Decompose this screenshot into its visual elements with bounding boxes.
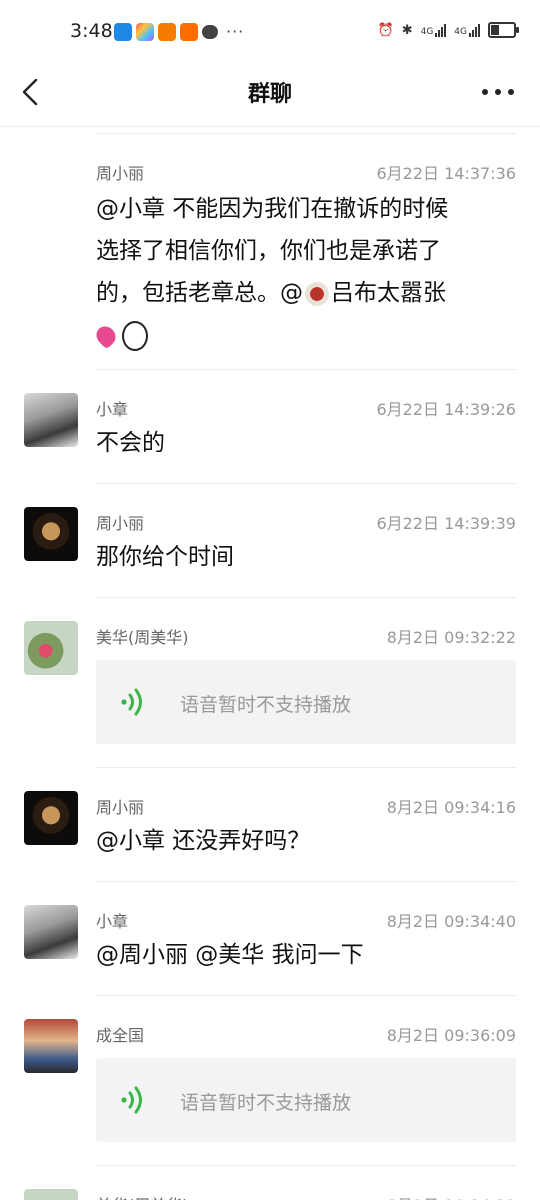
notification-icons: ··· — [114, 22, 244, 41]
voice-wave-icon — [121, 1086, 142, 1114]
voice-unsupported-label: 语音暂时不支持播放 — [180, 1092, 352, 1114]
dot-icon — [495, 89, 501, 95]
message-time: 8月2日 09:34:40 — [386, 912, 516, 931]
swirl-emoji-icon — [122, 320, 148, 351]
text-line — [92, 314, 510, 356]
avatar[interactable] — [24, 791, 78, 845]
dot-icon — [508, 89, 514, 95]
signal-icon — [435, 23, 447, 37]
alarm-icon: ⏰ — [377, 22, 394, 38]
voice-message[interactable]: 语音暂时不支持播放 — [96, 1058, 516, 1142]
sender-name: 小章 — [96, 400, 129, 419]
message-item[interactable]: 小章 6月22日 14:39:26 不会的 — [0, 370, 540, 484]
more-notifications-icon: ··· — [226, 22, 245, 41]
avatar[interactable] — [24, 621, 78, 675]
message-time: 6月22日 14:39:26 — [376, 400, 517, 419]
sender-name: 小章 — [96, 912, 129, 931]
signal-1: 4G — [421, 23, 447, 37]
message-time: 8月2日 10:14:12 — [387, 1192, 516, 1200]
sender-name: 周小丽 — [96, 164, 145, 183]
message-text: 不会的 — [96, 430, 165, 456]
signal-icon — [469, 23, 480, 37]
heart-emoji-icon — [92, 322, 120, 349]
message-item[interactable]: 美华(周美华) 8月2日 09:32:22 语音暂时不支持播放 — [0, 598, 540, 768]
message-time: 8月2日 09:32:22 — [386, 628, 516, 647]
voice-unsupported-label: 语音暂时不支持播放 — [180, 694, 352, 716]
browser-app-icon — [114, 22, 132, 41]
dot-icon — [482, 89, 488, 95]
message-time: 8月2日 09:36:09 — [386, 1026, 516, 1045]
battery-icon — [488, 22, 519, 38]
avatar[interactable] — [24, 905, 78, 959]
message-item[interactable]: 周小丽 8月2日 09:34:16 @小章 还没弄好吗？ — [0, 768, 540, 882]
sender-name: 美华(周美华) — [96, 1192, 189, 1200]
message-list[interactable]: 周小丽 6月22日 14:37:36 @小章 不能因为我们在撤诉的时候 选择了相… — [0, 126, 540, 1200]
more-options-button[interactable] — [482, 78, 514, 106]
text-segment: 的，包括老章总。@ — [96, 280, 303, 306]
avatar[interactable] — [24, 393, 78, 447]
status-bar: 3:48 ··· ⏰ ✱ 4G 4G — [0, 0, 540, 64]
message-time: 6月22日 14:37:36 — [376, 164, 517, 183]
voice-wave-icon — [121, 688, 142, 716]
avatar[interactable] — [24, 1189, 78, 1200]
text-line: @小章 不能因为我们在撤诉的时候 — [96, 196, 449, 222]
avatar[interactable] — [24, 1019, 78, 1073]
message-time: 8月2日 09:34:16 — [386, 798, 516, 817]
page-title: 群聊 — [247, 82, 292, 107]
network-type-label: 4G — [420, 27, 434, 37]
message-item[interactable]: 美华(周美华) 8月2日 10:14:12 — [0, 1166, 540, 1200]
network-type-label: 4G — [454, 27, 467, 37]
bluetooth-icon: ✱ — [401, 22, 413, 38]
message-item[interactable]: 成全国 8月2日 09:36:09 语音暂时不支持播放 — [0, 996, 540, 1166]
message-text: @小章 还没弄好吗？ — [96, 828, 311, 854]
sender-name: 周小丽 — [96, 798, 145, 817]
sender-name: 周小丽 — [96, 514, 145, 533]
message-item[interactable]: 周小丽 6月22日 14:37:36 @小章 不能因为我们在撤诉的时候 选择了相… — [0, 126, 540, 370]
message-item[interactable]: 周小丽 6月22日 14:39:39 那你给个时间 — [0, 484, 540, 598]
user-avatar-emoji-icon — [305, 281, 329, 306]
message-text: @小章 不能因为我们在撤诉的时候 选择了相信你们，你们也是承诺了 的，包括老章总… — [92, 188, 510, 356]
avatar[interactable] — [24, 507, 78, 561]
message-time: 6月22日 14:39:39 — [376, 514, 517, 533]
text-segment: 吕布太嚣张 — [331, 280, 446, 306]
voice-message[interactable]: 语音暂时不支持播放 — [96, 660, 516, 744]
message-item[interactable]: 小章 8月2日 09:34:40 @周小丽 @美华 我问一下 — [0, 882, 540, 996]
news-app-2-icon — [180, 22, 198, 41]
signal-2: 4G — [454, 23, 480, 37]
message-bubble-icon — [202, 24, 218, 39]
sender-name: 成全国 — [96, 1026, 145, 1045]
message-text: @周小丽 @美华 我问一下 — [96, 942, 364, 968]
sender-name: 美华(周美华) — [96, 628, 189, 647]
message-text: 那你给个时间 — [96, 544, 234, 570]
nav-header: 群聊 — [0, 64, 540, 127]
status-time: 3:48 — [70, 20, 113, 42]
system-icons: ⏰ ✱ 4G 4G — [377, 22, 519, 38]
text-line: 选择了相信你们，你们也是承诺了 — [96, 238, 441, 264]
app-store-icon — [136, 22, 154, 41]
news-app-icon — [158, 22, 176, 41]
text-line: 的，包括老章总。@ 吕布太嚣张 — [96, 272, 510, 314]
